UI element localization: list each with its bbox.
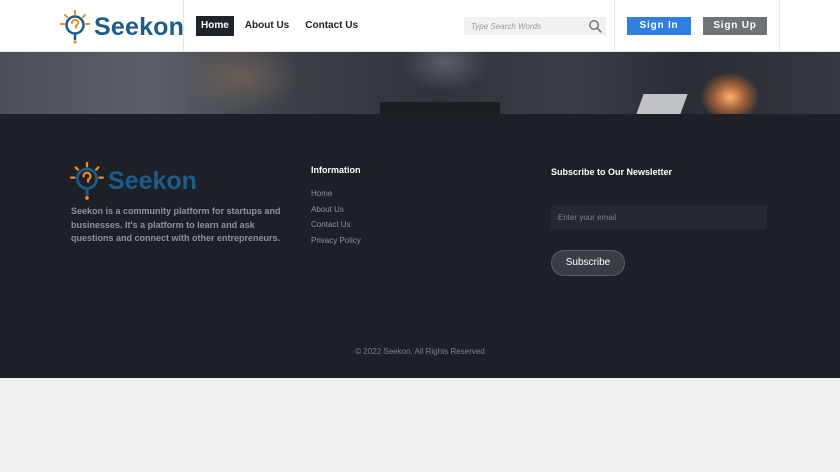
copyright-text: © 2022 Seekon. All Rights Reserved (355, 347, 485, 356)
site-footer: Seekon Seekon is a community platform fo… (0, 114, 840, 378)
sign-up-button[interactable]: Sign Up (703, 17, 767, 35)
header-divider (779, 0, 780, 52)
hero-lamp-glow (700, 72, 760, 114)
footer-links: Home About Us Contact Us Privacy Policy (311, 189, 361, 251)
footer-link-contact-us[interactable]: Contact Us (311, 220, 361, 236)
search-input[interactable] (464, 17, 584, 35)
nav-about-us[interactable]: About Us (240, 16, 294, 36)
hero-banner-image (0, 52, 840, 114)
footer-description: Seekon is a community platform for start… (71, 206, 281, 243)
footer-link-about-us[interactable]: About Us (311, 205, 361, 221)
lightbulb-question-icon (70, 161, 104, 200)
header-divider (183, 0, 184, 52)
lightbulb-question-icon (60, 10, 90, 44)
sign-in-button[interactable]: Sign In (627, 17, 691, 35)
search-box (464, 17, 606, 35)
nav-contact-us[interactable]: Contact Us (300, 16, 363, 36)
newsletter-heading: Subscribe to Our Newsletter (551, 167, 673, 177)
footer-logo[interactable]: Seekon (70, 161, 197, 201)
footer-logo-text: Seekon (108, 166, 197, 195)
subscribe-button[interactable]: Subscribe (551, 250, 625, 276)
information-heading: Information (311, 165, 361, 175)
nav-home[interactable]: Home (196, 16, 234, 36)
site-header: Seekon Home About Us Contact Us Sign In … (0, 0, 840, 52)
footer-link-home[interactable]: Home (311, 189, 361, 205)
hero-laptop-shape (380, 102, 500, 114)
header-divider (614, 0, 615, 52)
hero-figure-shape (180, 52, 300, 112)
footer-link-privacy-policy[interactable]: Privacy Policy (311, 236, 361, 252)
newsletter-email-field[interactable] (551, 205, 767, 229)
hero-paper-shape (636, 94, 688, 114)
header-logo[interactable]: Seekon (60, 10, 184, 44)
search-icon[interactable] (588, 19, 602, 33)
main-nav: Home About Us Contact Us (196, 16, 363, 36)
hero-figure-shape (400, 52, 490, 92)
logo-text: Seekon (94, 12, 185, 41)
